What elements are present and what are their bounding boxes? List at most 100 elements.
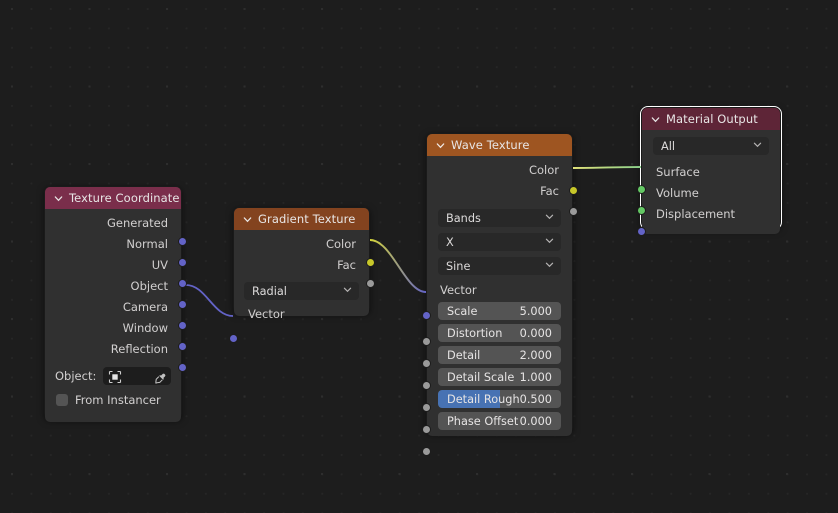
object-field[interactable] [103,367,171,385]
gradient-type-value: Radial [252,284,287,298]
slider-phase-offset[interactable]: Phase Offset 0.000 [438,412,561,430]
chevron-down-icon[interactable] [242,214,253,225]
socket-input-phase-offset[interactable] [422,447,431,456]
input-row-vector[interactable]: Vector [234,303,369,324]
node-texture-coordinate-header[interactable]: Texture Coordinate [45,187,181,209]
from-instancer-label: From Instancer [75,393,161,407]
wave-direction-value: X [446,235,454,249]
socket-output-color[interactable] [569,186,578,195]
output-row-generated[interactable]: Generated [45,212,181,233]
input-label: Volume [656,185,699,200]
socket-output-color[interactable] [366,258,375,267]
slider-detail-scale[interactable]: Detail Scale 1.000 [438,368,561,386]
input-row-displacement[interactable]: Displacement [642,203,780,224]
node-material-output-body: All Surface Volume Displacement [637,130,780,236]
slider-value: 0.500 [519,392,552,406]
from-instancer-checkbox[interactable] [56,394,68,406]
socket-input-surface[interactable] [637,185,646,194]
slider-distortion[interactable]: Distortion 0.000 [438,324,561,342]
wave-profile-dropdown[interactable]: Sine [438,257,561,275]
output-row-normal[interactable]: Normal [45,233,181,254]
chevron-down-icon[interactable] [53,193,64,204]
slider-label: Detail Scale [447,370,515,384]
slider-detail[interactable]: Detail 2.000 [438,346,561,364]
output-row-color[interactable]: Color [234,233,369,254]
wave-direction-dropdown[interactable]: X [438,233,561,251]
slider-label: Scale [447,304,478,318]
wave-profile-value: Sine [446,259,471,273]
socket-input-scale[interactable] [422,337,431,346]
output-row-camera[interactable]: Camera [45,296,181,317]
output-label: Reflection [110,341,168,356]
wave-type-dropdown[interactable]: Bands [438,209,561,227]
socket-input-volume[interactable] [637,206,646,215]
render-target-dropdown[interactable]: All [653,137,769,155]
node-texture-coordinate[interactable]: Texture Coordinate Generated Normal UV O… [44,186,187,422]
socket-input-vector[interactable] [422,311,431,320]
socket-output-generated[interactable] [178,237,187,246]
node-editor-canvas[interactable]: Texture Coordinate Generated Normal UV O… [0,0,838,513]
socket-output-window[interactable] [178,342,187,351]
socket-input-detail-scale[interactable] [422,403,431,412]
input-label: Vector [248,306,285,321]
output-row-color[interactable]: Color [427,159,572,180]
socket-output-fac[interactable] [569,207,578,216]
node-material-output-header[interactable]: Material Output [642,108,780,130]
socket-output-reflection[interactable] [178,363,187,372]
socket-input-vector[interactable] [229,334,238,343]
node-wave-texture-header[interactable]: Wave Texture [427,134,572,156]
socket-output-normal[interactable] [178,258,187,267]
output-label: Color [528,162,559,177]
chevron-down-icon[interactable] [435,140,446,151]
eyedropper-icon[interactable] [154,370,167,384]
socket-input-distortion[interactable] [422,359,431,368]
socket-output-uv[interactable] [178,279,187,288]
output-row-fac[interactable]: Fac [427,180,572,201]
output-label: Fac [337,257,356,272]
node-wave-texture[interactable]: Wave Texture Color Fac Bands X Sine Vect… [422,133,578,456]
input-label: Surface [656,164,700,179]
slider-value: 1.000 [519,370,552,384]
output-row-object[interactable]: Object [45,275,181,296]
slider-label: Detail [447,348,481,362]
node-texture-coordinate-body: Generated Normal UV Object Camera Window [45,209,187,422]
chevron-down-icon[interactable] [650,114,661,125]
output-label: Camera [122,299,168,314]
node-title: Texture Coordinate [69,191,180,205]
node-gradient-texture-header[interactable]: Gradient Texture [234,208,369,230]
slider-value: 5.000 [519,304,552,318]
slider-detail-roughness[interactable]: Detail Rough 0.500 [438,390,561,408]
input-row-surface[interactable]: Surface [642,161,780,182]
output-row-uv[interactable]: UV [45,254,181,275]
output-row-reflection[interactable]: Reflection [45,338,181,359]
link-gradient-color-to-wave-vector [369,239,427,293]
slider-value: 0.000 [519,326,552,340]
slider-value: 2.000 [519,348,552,362]
chevron-down-icon [342,284,353,298]
output-label: Object [130,278,168,293]
slider-label: Phase Offset [447,414,519,428]
chevron-down-icon [544,259,555,273]
socket-input-displacement[interactable] [637,227,646,236]
from-instancer-row[interactable]: From Instancer [45,385,181,407]
gradient-type-dropdown[interactable]: Radial [244,282,359,300]
link-texcoord-object-to-gradient-vector [185,284,234,317]
socket-output-object[interactable] [178,300,187,309]
object-field-row[interactable]: Object: [45,359,181,385]
node-title: Wave Texture [451,138,530,152]
input-row-vector[interactable]: Vector [427,279,572,300]
input-row-volume[interactable]: Volume [642,182,780,203]
node-material-output[interactable]: Material Output All Surface Volume Displ… [637,106,782,236]
node-gradient-texture[interactable]: Gradient Texture Color Fac Radial Vector [229,207,375,343]
socket-input-detail[interactable] [422,381,431,390]
chevron-down-icon [544,235,555,249]
output-row-window[interactable]: Window [45,317,181,338]
output-row-fac[interactable]: Fac [234,254,369,275]
socket-output-camera[interactable] [178,321,187,330]
link-wave-color-to-output-surface [572,166,642,169]
chevron-down-icon [752,139,763,153]
socket-output-fac[interactable] [366,279,375,288]
socket-input-detail-roughness[interactable] [422,425,431,434]
slider-scale[interactable]: Scale 5.000 [438,302,561,320]
input-label: Displacement [656,206,736,221]
